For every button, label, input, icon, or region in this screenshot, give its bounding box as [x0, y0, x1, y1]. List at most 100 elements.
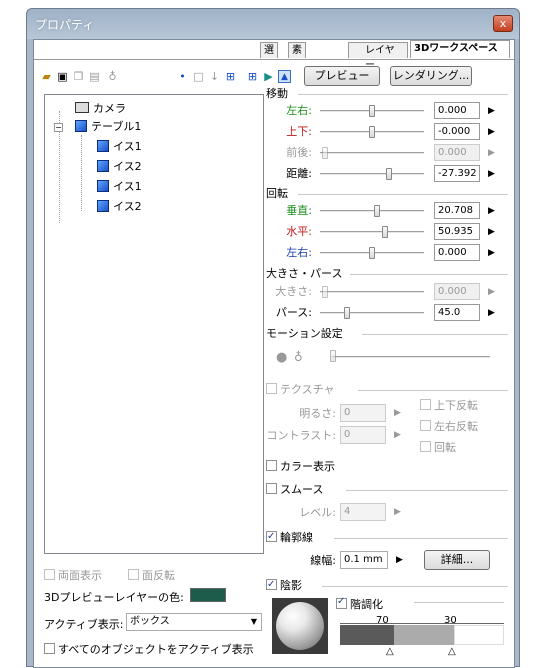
tab-material[interactable]: 素 — [288, 42, 306, 58]
grid-icon[interactable]: ⊞ — [224, 70, 237, 83]
play-icon[interactable]: ▶ — [488, 307, 495, 319]
rot-vert-input[interactable]: 20.708 — [434, 202, 480, 219]
play-icon[interactable]: ▶ — [488, 247, 495, 259]
gradation-band-mid[interactable] — [394, 625, 454, 645]
smooth-section-header[interactable]: スムース — [266, 482, 510, 497]
face-flip-checkbox[interactable]: 面反転 — [128, 567, 175, 583]
play-icon[interactable]: ▶ — [488, 286, 495, 298]
tab-layer[interactable]: レイヤー — [348, 42, 408, 71]
window-title: プロパティ — [35, 18, 95, 32]
play-icon[interactable]: ▶ — [394, 429, 401, 441]
point-icon[interactable]: • — [176, 70, 189, 83]
play-icon[interactable]: ▶ — [488, 168, 495, 180]
rot-horz-slider[interactable] — [320, 231, 424, 234]
cube-icon — [97, 160, 109, 172]
move-dist-input[interactable]: -27.392 — [434, 165, 480, 182]
gradation-handle-1[interactable]: △ — [386, 646, 394, 657]
preview-color-swatch[interactable] — [190, 588, 226, 602]
trash-icon[interactable]: ♁ — [294, 350, 303, 364]
gradation-checkbox[interactable]: 階調化 — [336, 596, 383, 612]
slider-thumb[interactable] — [382, 226, 388, 238]
rotate-section-header: 回転 — [266, 186, 510, 201]
tree-item[interactable]: テーブル1 — [75, 119, 141, 135]
play-icon[interactable]: ▶ — [396, 554, 403, 566]
down-arrow-icon[interactable]: ↓ — [208, 70, 221, 83]
slider-thumb[interactable] — [374, 205, 380, 217]
record-icon[interactable]: ● — [276, 350, 287, 365]
save-icon[interactable]: ▣ — [56, 70, 69, 83]
perspective-input[interactable]: 45.0 — [434, 304, 480, 321]
slider-thumb[interactable] — [322, 147, 328, 159]
play-icon[interactable]: ▶ — [488, 105, 495, 117]
rect-icon[interactable]: □ — [192, 70, 205, 83]
double-side-checkbox[interactable]: 両面表示 — [44, 567, 102, 583]
contrast-input[interactable]: 0 — [340, 426, 386, 444]
rot-vert-slider[interactable] — [320, 210, 424, 213]
open-icon[interactable]: ▰ — [40, 70, 53, 83]
color-display-checkbox[interactable]: カラー表示 — [266, 458, 335, 474]
move-dist-slider[interactable] — [320, 173, 424, 176]
play-icon[interactable]: ▶ — [488, 205, 495, 217]
play-icon[interactable]: ▶ — [488, 226, 495, 238]
tree-item[interactable]: カメラ — [75, 101, 126, 117]
size-input[interactable]: 0.000 — [434, 283, 480, 300]
slider-thumb[interactable] — [369, 105, 375, 117]
shadow-section-header[interactable]: 陰影 — [266, 577, 510, 593]
move-lr-input[interactable]: 0.000 — [434, 102, 480, 119]
close-button[interactable]: x — [493, 15, 513, 32]
detail-button[interactable]: 詳細... — [424, 550, 490, 570]
gradation-handle-2[interactable]: △ — [448, 646, 456, 657]
play-icon[interactable]: ▶ — [394, 506, 401, 518]
render-button[interactable]: レンダリング... — [390, 66, 472, 86]
perspective-slider[interactable] — [320, 312, 424, 315]
delete-icon[interactable]: ♁ — [106, 70, 119, 83]
copy-icon[interactable]: ❐ — [72, 70, 85, 83]
gradation-band-light[interactable] — [454, 625, 504, 645]
properties-window: プロパティ x 選 素 レイヤー 3Dワークスペース ▰ ▣ ❐ ▤ ♁ • □… — [26, 8, 520, 668]
motion-slider[interactable] — [332, 356, 490, 359]
brightness-input[interactable]: 0 — [340, 404, 386, 422]
slider-thumb[interactable] — [369, 247, 375, 259]
slider-thumb[interactable] — [386, 168, 392, 180]
slider-thumb[interactable] — [344, 307, 350, 319]
slider-thumb[interactable] — [322, 286, 328, 298]
play-icon[interactable]: ▶ — [488, 126, 495, 138]
preview-button[interactable]: プレビュー — [304, 66, 380, 86]
slider-thumb[interactable] — [369, 126, 375, 138]
tab-3d-workspace[interactable]: 3Dワークスペース — [410, 40, 510, 58]
gradation-band-dark[interactable] — [340, 625, 394, 645]
texture-section-header[interactable]: テクスチャ — [266, 382, 510, 397]
move-fb-slider[interactable] — [320, 152, 424, 155]
cube-icon — [97, 200, 109, 212]
move-ud-input[interactable]: -0.000 — [434, 123, 480, 140]
smooth-level-input[interactable]: 4 — [340, 503, 386, 521]
tree-item[interactable]: イス2 — [97, 199, 142, 215]
active-display-select[interactable]: ボックス ▼ — [126, 613, 262, 631]
tree-item[interactable]: イス1 — [97, 179, 142, 195]
rot-horz-input[interactable]: 50.935 — [434, 223, 480, 240]
play-icon[interactable]: ▶ — [394, 407, 401, 419]
tree-item[interactable]: イス1 — [97, 139, 142, 155]
grid-alt-icon[interactable]: ⊞ — [246, 70, 259, 83]
line-width-input[interactable]: 0.1 mm — [340, 551, 388, 569]
collapse-icon[interactable]: − — [54, 123, 63, 132]
play-icon[interactable]: ▶ — [262, 70, 275, 83]
move-lr-label: 左右: — [286, 104, 312, 117]
tree-item[interactable]: イス2 — [97, 159, 142, 175]
paste-icon[interactable]: ▤ — [88, 70, 101, 83]
object-tree[interactable]: カメラ − テーブル1 イス1 イス2 イス1 イス2 — [44, 94, 264, 554]
move-fb-input[interactable]: 0.000 — [434, 144, 480, 161]
all-active-checkbox[interactable]: すべてのオブジェクトをアクティブ表示 — [44, 641, 254, 657]
play-icon[interactable]: ▶ — [488, 147, 495, 159]
title-bar[interactable]: プロパティ x — [27, 9, 519, 39]
rotate-checkbox[interactable]: 回転 — [420, 439, 456, 455]
rot-lr-input[interactable]: 0.000 — [434, 244, 480, 261]
cube-icon — [97, 180, 109, 192]
slider-thumb[interactable] — [330, 350, 336, 362]
flip-vertical-checkbox[interactable]: 上下反転 — [420, 397, 478, 413]
outline-section-header[interactable]: 輪郭線 — [266, 529, 510, 545]
tab-select[interactable]: 選 — [260, 42, 278, 58]
flip-horizontal-checkbox[interactable]: 左右反転 — [420, 418, 478, 434]
size-slider[interactable] — [320, 291, 424, 294]
mountain-icon[interactable]: ▲ — [278, 70, 291, 83]
